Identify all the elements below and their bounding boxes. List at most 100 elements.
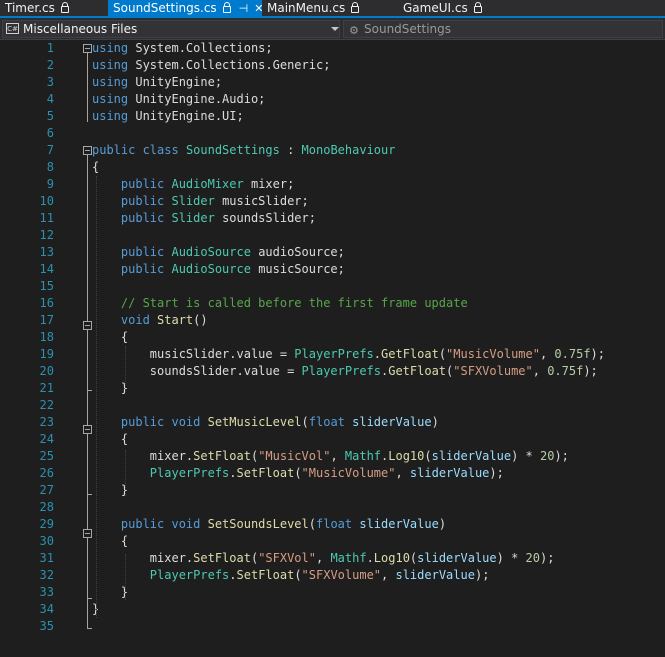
code-line[interactable]: 16 // Start is called before the first f… — [0, 295, 665, 312]
code-token: sliderValue — [352, 415, 432, 429]
code-token: SetFloat — [236, 466, 295, 480]
code-token: // Start is called before the first fram… — [92, 296, 468, 310]
code-line[interactable]: 23 public void SetMusicLevel(float slide… — [0, 414, 665, 431]
code-token: { — [92, 534, 129, 548]
code-token: sliderValue — [431, 449, 512, 463]
code-token: ( — [424, 449, 432, 463]
code-token: sliderValue — [409, 466, 490, 480]
code-token: Log10 — [373, 551, 410, 565]
code-line[interactable]: 21 } — [0, 380, 665, 397]
tab-sound-settings[interactable]: SoundSettings.cs ⊣ ✕ — [108, 0, 263, 17]
chevron-down-icon[interactable] — [331, 27, 339, 31]
code-line[interactable]: 30 { — [0, 533, 665, 550]
code-line[interactable]: 5 using UnityEngine.UI; — [0, 108, 665, 125]
code-token: using — [92, 41, 136, 55]
line-number: 12 — [39, 228, 54, 242]
code-token: ); — [554, 449, 569, 463]
project-dropdown[interactable]: C# Miscellaneous Files — [2, 20, 340, 38]
code-line[interactable]: 17 void Start() — [0, 312, 665, 329]
code-line[interactable]: 14 public AudioSource musicSource; — [0, 261, 665, 278]
code-text: { — [92, 329, 128, 346]
line-number: 25 — [39, 449, 54, 463]
code-text: // Start is called before the first fram… — [92, 295, 468, 312]
code-line[interactable]: 31 mixer.SetFloat("SFXVol", Mathf.Log10(… — [0, 550, 665, 567]
code-line[interactable]: 28 — [0, 499, 665, 516]
code-line[interactable]: 6 — [0, 125, 665, 142]
collapse-setmusic-icon[interactable] — [83, 425, 92, 434]
code-token: GetFloat — [388, 364, 447, 378]
code-token: using — [92, 58, 136, 72]
code-line[interactable]: 3 using UnityEngine; — [0, 74, 665, 91]
code-token: 0.75f — [547, 364, 584, 378]
code-line[interactable]: 26 PlayerPrefs.SetFloat("MusicVolume", s… — [0, 465, 665, 482]
tab-game-ui[interactable]: GameUI.cs — [398, 0, 518, 16]
line-number: 21 — [39, 381, 54, 395]
code-line[interactable]: 9 public AudioMixer mixer; — [0, 176, 665, 193]
code-line[interactable]: 12 — [0, 227, 665, 244]
code-line[interactable]: 25 mixer.SetFloat("MusicVol", Mathf.Log1… — [0, 448, 665, 465]
line-number: 27 — [39, 483, 54, 497]
code-token: SetFloat — [193, 449, 251, 463]
line-number: 10 — [39, 194, 54, 208]
tab-label: SoundSettings.cs — [113, 1, 217, 15]
code-token: ); — [474, 568, 490, 582]
outline-end — [87, 598, 92, 599]
tab-label: Timer.cs — [5, 1, 55, 15]
code-text: } — [92, 380, 128, 397]
code-line[interactable]: 4 using UnityEngine.Audio; — [0, 91, 665, 108]
line-number: 17 — [39, 313, 54, 327]
code-line[interactable]: 10 public Slider musicSlider; — [0, 193, 665, 210]
code-token: void — [171, 415, 208, 429]
code-token: using — [92, 75, 136, 89]
code-token: ); — [590, 347, 605, 361]
line-number: 29 — [39, 517, 54, 531]
code-line[interactable]: 27 } — [0, 482, 665, 499]
code-token: ( — [294, 568, 302, 582]
code-token: UnityEngine; — [135, 75, 223, 89]
code-token: float — [308, 415, 353, 429]
lock-icon — [473, 2, 482, 13]
code-line[interactable]: 24 { — [0, 431, 665, 448]
code-line[interactable]: 22 — [0, 397, 665, 414]
code-token: ) — [438, 517, 447, 531]
code-line[interactable]: 8{ — [0, 159, 665, 176]
collapse-using-icon[interactable] — [83, 44, 92, 53]
code-text: using System.Collections.Generic; — [92, 57, 330, 74]
collapse-start-icon[interactable] — [83, 321, 92, 330]
indent-guide — [125, 346, 126, 392]
tab-label: MainMenu.cs — [267, 1, 346, 15]
line-number: 24 — [39, 432, 54, 446]
code-line[interactable]: 13 public AudioSource audioSource; — [0, 244, 665, 261]
code-line[interactable]: 34} — [0, 601, 665, 618]
code-line[interactable]: 1 using System.Collections; — [0, 40, 665, 57]
tab-main-menu[interactable]: MainMenu.cs — [262, 0, 398, 16]
lock-icon — [351, 2, 360, 13]
code-line[interactable]: 11 public Slider soundsSlider; — [0, 210, 665, 227]
line-number: 30 — [39, 534, 54, 548]
line-number: 26 — [39, 466, 54, 480]
line-number: 7 — [46, 143, 54, 157]
code-line[interactable]: 29 public void SetSoundsLevel(float slid… — [0, 516, 665, 533]
tab-timer[interactable]: Timer.cs — [0, 0, 98, 16]
code-line[interactable]: 20 soundsSlider.value = PlayerPrefs.GetF… — [0, 363, 665, 380]
line-number: 19 — [39, 347, 54, 361]
code-editor[interactable]: 1 using System.Collections; 2 using System.… — [0, 40, 665, 657]
code-line[interactable]: 33 } — [0, 584, 665, 601]
code-line[interactable]: 19 musicSlider.value = PlayerPrefs.GetFl… — [0, 346, 665, 363]
code-text: PlayerPrefs.SetFloat("MusicVolume", slid… — [92, 465, 504, 482]
code-line[interactable]: 2 using System.Collections.Generic; — [0, 57, 665, 74]
code-token: musicSlider.value = — [92, 347, 295, 361]
pin-icon[interactable]: ⊣ — [239, 1, 249, 17]
code-line[interactable]: 7 public class SoundSettings : MonoBehavi… — [0, 142, 665, 159]
code-token: ( — [301, 415, 309, 429]
line-number: 13 — [39, 245, 54, 259]
type-dropdown[interactable]: ⚙ SoundSettings — [343, 20, 663, 38]
code-token: ) * — [496, 551, 526, 565]
code-token: musicSlider; — [222, 194, 309, 208]
collapse-class-icon[interactable] — [83, 146, 92, 155]
collapse-setsounds-icon[interactable] — [83, 529, 92, 538]
code-line[interactable]: 32 PlayerPrefs.SetFloat("SFXVolume", sli… — [0, 567, 665, 584]
code-line[interactable]: 18 { — [0, 329, 665, 346]
code-line[interactable]: 15 — [0, 278, 665, 295]
code-line[interactable]: 35 — [0, 618, 665, 635]
